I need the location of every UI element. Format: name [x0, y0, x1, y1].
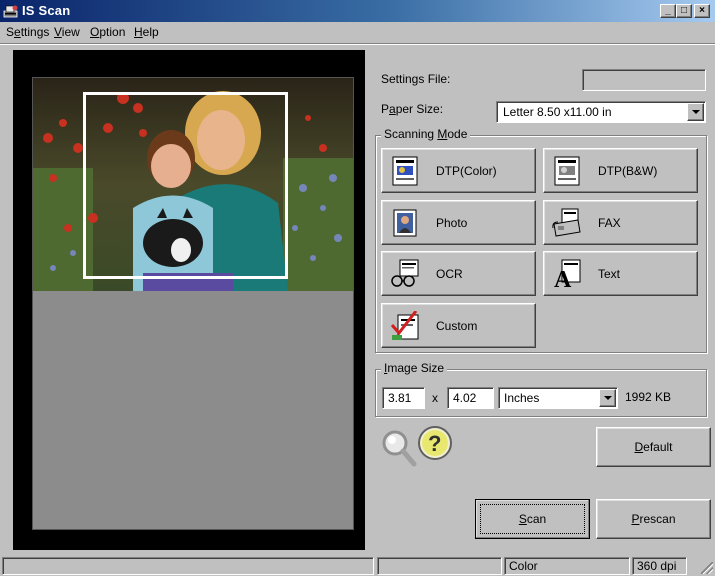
status-blank-cell [2, 557, 374, 575]
svg-text:A: A [554, 267, 572, 289]
mode-custom-label: Custom [436, 319, 478, 333]
mode-fax-label: FAX [598, 216, 621, 230]
image-width-field[interactable]: 3.81 [382, 387, 425, 409]
minimize-button[interactable]: _ [660, 4, 676, 18]
minimize-icon: _ [665, 5, 671, 16]
image-size-title: Image Size [381, 361, 448, 375]
mode-dtp-bw-label: DTP(B&W) [598, 164, 658, 178]
scanner-app-icon [3, 5, 18, 18]
status-cell-1 [377, 557, 502, 575]
unit-value: Inches [504, 391, 540, 405]
prescan-button[interactable]: Prescan [596, 499, 711, 539]
settings-file-label: Settings File: [381, 72, 451, 86]
custom-checkmark-icon [390, 311, 419, 340]
mode-ocr-label: OCR [436, 267, 463, 281]
scanning-mode-title: Scanning Mode [381, 127, 471, 141]
status-bar: Color 360 dpi [0, 555, 715, 576]
menu-settings[interactable]: Settings [6, 25, 49, 39]
mode-text-label: Text [598, 267, 621, 281]
menu-separator [0, 43, 715, 45]
mode-dtp-color-label: DTP(Color) [436, 164, 497, 178]
image-width-value: 3.81 [388, 391, 412, 405]
close-icon: × [699, 5, 705, 16]
menu-help[interactable]: Help [134, 25, 159, 39]
image-height-value: 4.02 [453, 391, 477, 405]
scan-button[interactable]: Scan [475, 499, 590, 539]
preview-pane [13, 50, 365, 550]
dtp-color-icon [392, 156, 418, 186]
photo-icon [393, 209, 417, 237]
svg-text:?: ? [428, 431, 441, 456]
paper-size-value: Letter 8.50 x11.00 in [503, 105, 612, 119]
help-icon[interactable]: ? [416, 424, 454, 462]
menu-view[interactable]: View [54, 25, 80, 39]
file-size-value: 1992 KB [625, 390, 672, 404]
mode-custom-button[interactable]: Custom [381, 303, 536, 348]
maximize-button[interactable]: □ [676, 4, 692, 18]
window-title: IS Scan [22, 3, 71, 18]
paper-size-label: Paper Size: [381, 102, 444, 116]
settings-file-field[interactable] [582, 69, 706, 91]
close-button[interactable]: × [694, 4, 710, 18]
mode-text-button[interactable]: A Text [543, 251, 698, 296]
image-height-field[interactable]: 4.02 [447, 387, 494, 409]
ocr-glasses-icon [391, 259, 419, 287]
mode-fax-button[interactable]: FAX [543, 200, 698, 245]
mode-dtp-bw-button[interactable]: DTP(B&W) [543, 148, 698, 193]
text-icon: A [554, 259, 581, 289]
menu-bar: Settings View Option Help [0, 22, 715, 42]
chevron-down-icon[interactable] [599, 389, 616, 407]
fax-icon [552, 208, 581, 237]
default-button[interactable]: Default [596, 427, 711, 467]
focus-ring [480, 504, 585, 534]
magnifier-icon[interactable] [380, 428, 418, 468]
preview-area[interactable] [32, 77, 354, 530]
maximize-icon: □ [680, 5, 688, 16]
chevron-down-icon[interactable] [687, 103, 704, 121]
crop-selection-frame[interactable] [83, 92, 288, 279]
mode-dtp-color-button[interactable]: DTP(Color) [381, 148, 536, 193]
status-dpi: 360 dpi [632, 557, 687, 575]
resize-grip-icon[interactable] [701, 562, 713, 574]
menu-option[interactable]: Option [90, 25, 125, 39]
size-separator: x [432, 391, 438, 405]
mode-photo-label: Photo [436, 216, 468, 230]
status-mode: Color [504, 557, 630, 575]
mode-photo-button[interactable]: Photo [381, 200, 536, 245]
mode-ocr-button[interactable]: OCR [381, 251, 536, 296]
default-label: efault [643, 440, 673, 454]
title-bar[interactable]: IS Scan _ □ × [0, 0, 715, 22]
default-label-accel: D [634, 440, 644, 454]
dtp-bw-icon [554, 156, 580, 186]
paper-size-select[interactable]: Letter 8.50 x11.00 in [496, 101, 706, 123]
unit-select[interactable]: Inches [498, 387, 618, 409]
prescan-label: rescan [639, 512, 676, 526]
